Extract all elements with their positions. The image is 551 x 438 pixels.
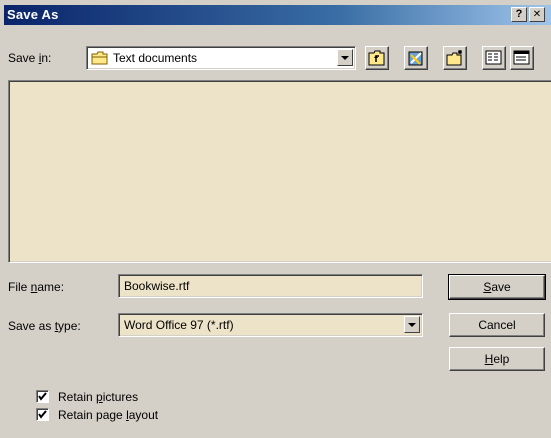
cancel-button[interactable]: Cancel xyxy=(449,313,545,337)
save-as-dialog: Save As ? ✕ Save in: Text documents File… xyxy=(0,0,551,438)
search-web-icon xyxy=(408,51,423,66)
title-bar[interactable]: Save As ? ✕ xyxy=(4,5,551,25)
chevron-down-icon[interactable] xyxy=(337,49,353,66)
close-icon[interactable]: ✕ xyxy=(529,7,545,22)
file-name-input[interactable]: Bookwise.rtf xyxy=(118,274,423,298)
up-one-level-icon xyxy=(368,50,385,66)
list-view-icon xyxy=(485,50,502,65)
create-new-folder-icon xyxy=(446,50,462,66)
window-title: Save As xyxy=(7,7,59,22)
checkmark-icon xyxy=(38,392,47,401)
checkmark-icon xyxy=(38,410,47,419)
file-list[interactable] xyxy=(8,80,551,263)
retain-page-layout-label[interactable]: Retain page layout xyxy=(58,408,158,422)
retain-page-layout-checkbox[interactable] xyxy=(36,408,49,421)
file-name-label: File name: xyxy=(8,280,65,294)
folder-icon xyxy=(91,51,108,65)
list-view-button[interactable] xyxy=(482,46,506,70)
save-button[interactable]: Save xyxy=(448,274,546,300)
save-in-label: Save in: xyxy=(8,51,52,65)
save-in-value: Text documents xyxy=(113,51,198,65)
details-view-button[interactable] xyxy=(510,46,534,70)
save-as-type-value: Word Office 97 (*.rtf) xyxy=(124,318,234,332)
details-view-icon xyxy=(513,50,530,65)
save-in-dropdown[interactable]: Text documents xyxy=(86,46,356,70)
help-button[interactable]: Help xyxy=(449,347,545,371)
save-as-type-label: Save as type: xyxy=(8,319,81,333)
create-new-folder-button[interactable] xyxy=(443,46,467,70)
retain-pictures-checkbox[interactable] xyxy=(36,390,49,403)
file-name-value: Bookwise.rtf xyxy=(124,279,190,293)
help-icon[interactable]: ? xyxy=(511,7,527,22)
up-one-level-button[interactable] xyxy=(365,46,389,70)
chevron-down-icon[interactable] xyxy=(404,316,420,333)
save-as-type-dropdown[interactable]: Word Office 97 (*.rtf) xyxy=(118,313,423,337)
retain-pictures-label[interactable]: Retain pictures xyxy=(58,390,138,404)
search-web-button[interactable] xyxy=(404,46,428,70)
